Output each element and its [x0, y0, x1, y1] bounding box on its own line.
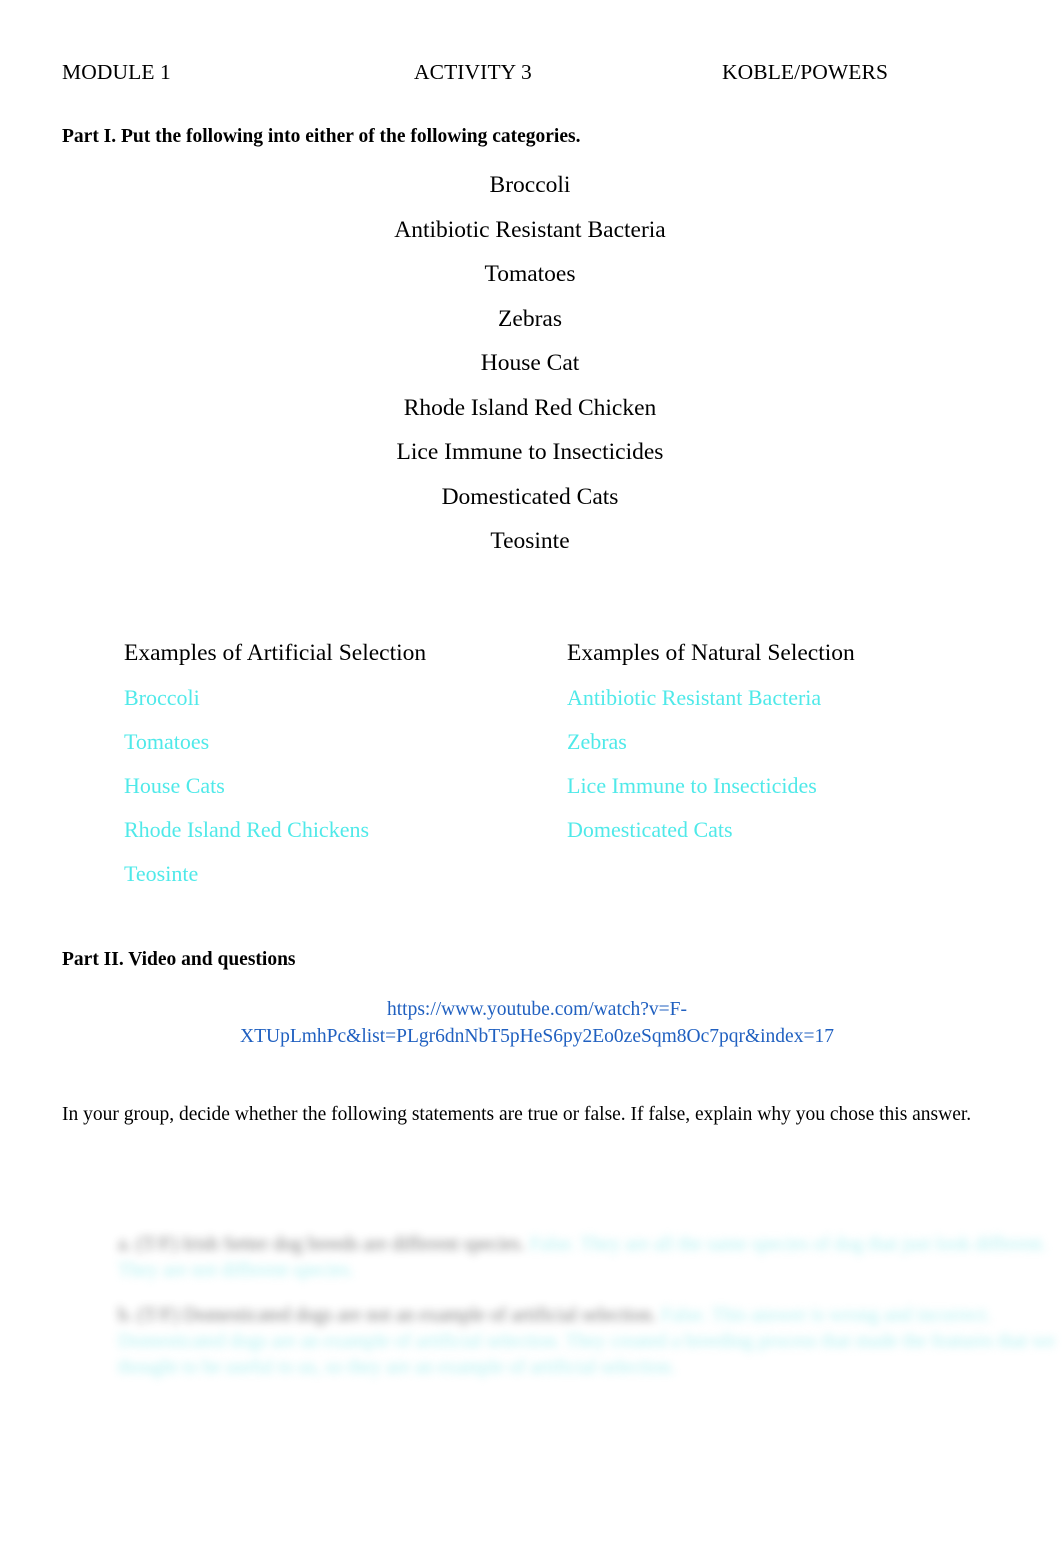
- header-activity: ACTIVITY 3: [414, 60, 532, 84]
- answer-item: Lice Immune to Insecticides: [567, 772, 817, 798]
- term-item: Antibiotic Resistant Bacteria: [394, 216, 666, 243]
- video-link[interactable]: https://www.youtube.com/watch?v=F-XTUpLm…: [240, 999, 834, 1046]
- answer-item: Rhode Island Red Chickens: [124, 816, 370, 842]
- blurred-question-a-prompt: a. (T/F) Irish Setter dog breeds are dif…: [118, 1234, 525, 1255]
- instructions-paragraph: In your group, decide whether the follow…: [62, 1103, 972, 1125]
- selection-columns: Examples of Artificial Selection Broccol…: [62, 642, 1000, 907]
- answer-item: Domesticated Cats: [567, 816, 733, 842]
- term-item: House Cat: [480, 350, 580, 377]
- blurred-question-b-prompt: b. (T/F) Domesticated dogs are not an ex…: [118, 1304, 657, 1326]
- term-item: Zebras: [498, 305, 562, 332]
- answer-item: Zebras: [567, 728, 627, 754]
- term-item: Rhode Island Red Chicken: [403, 394, 657, 421]
- term-item: Broccoli: [489, 172, 571, 199]
- header-authors: KOBLE/POWERS: [722, 60, 889, 84]
- natural-selection-column: Examples of Natural Selection Antibiotic…: [565, 642, 1000, 907]
- answer-item: Antibiotic Resistant Bacteria: [567, 684, 822, 710]
- answer-item: Broccoli: [124, 684, 200, 710]
- column-title-artificial: Examples of Artificial Selection: [124, 640, 427, 667]
- document-page: MODULE 1 ACTIVITY 3 KOBLE/POWERS Part I.…: [0, 0, 1062, 1556]
- term-list: Broccoli Antibiotic Resistant Bacteria T…: [62, 164, 1000, 565]
- blurred-question-a: a. (T/F) Irish Setter dog breeds are dif…: [0, 1232, 1056, 1285]
- column-title-natural: Examples of Natural Selection: [567, 640, 855, 667]
- blurred-question-b: b. (T/F) Domesticated dogs are not an ex…: [0, 1303, 1056, 1382]
- term-item: Tomatoes: [484, 261, 576, 288]
- part-one-heading: Part I. Put the following into either of…: [62, 125, 581, 147]
- term-item: Teosinte: [490, 528, 570, 555]
- answer-item: House Cats: [124, 772, 225, 798]
- video-link-block: https://www.youtube.com/watch?v=F-XTUpLm…: [62, 997, 1000, 1050]
- document-header: MODULE 1 ACTIVITY 3 KOBLE/POWERS: [62, 0, 1000, 84]
- term-item: Lice Immune to Insecticides: [396, 439, 664, 466]
- header-module: MODULE 1: [62, 60, 171, 84]
- artificial-selection-column: Examples of Artificial Selection Broccol…: [62, 642, 565, 907]
- answer-item: Teosinte: [124, 860, 199, 886]
- part-two-heading: Part II. Video and questions: [62, 948, 296, 970]
- document-content: MODULE 1 ACTIVITY 3 KOBLE/POWERS Part I.…: [62, 0, 1000, 1128]
- blurred-question-block: a. (T/F) Irish Setter dog breeds are dif…: [0, 1232, 1055, 1400]
- answer-item: Tomatoes: [124, 728, 210, 754]
- term-item: Domesticated Cats: [441, 483, 619, 510]
